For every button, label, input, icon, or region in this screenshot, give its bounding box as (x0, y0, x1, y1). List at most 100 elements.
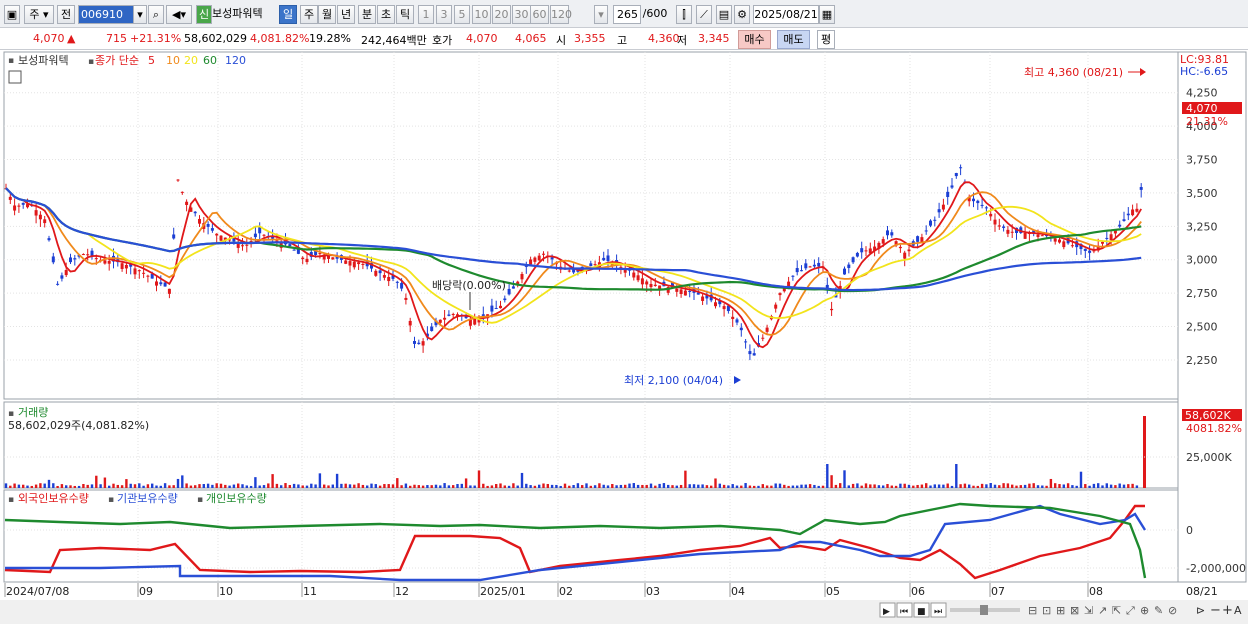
draw-tool-icon[interactable]: ⟋ (696, 5, 712, 24)
volume-bar (460, 483, 463, 488)
candle-body (800, 270, 803, 272)
candle-body (778, 293, 782, 296)
candle-body (94, 258, 98, 260)
interval-button-20[interactable]: 20 (492, 5, 511, 24)
calendar-icon[interactable]: ▦ (819, 5, 835, 24)
candle-body (56, 283, 60, 285)
volume-bar (800, 484, 803, 488)
code-dropdown-icon[interactable]: ▾ (133, 5, 147, 24)
quote-label: 호가 (432, 34, 453, 47)
legend-close: 종가 단순 (95, 54, 139, 67)
volume-bar (864, 483, 868, 488)
candle-body (490, 305, 494, 312)
candle-body (529, 259, 533, 265)
interval-button-5[interactable]: 5 (454, 5, 470, 24)
volume-bar (90, 484, 94, 488)
volume-bar (189, 485, 193, 488)
sell-button[interactable]: 매도 (777, 30, 810, 49)
tool-icon: ⤢ (1126, 604, 1135, 617)
candle-body (550, 257, 554, 260)
chart-area[interactable]: 4,250 4,000 3,750 3,500 3,250 3,000 2,750 2,500… (0, 50, 1248, 621)
holdings-legend-2: 개인보유수량 (206, 492, 267, 505)
interval-button-3[interactable]: 3 (436, 5, 452, 24)
volume-bar (959, 484, 962, 488)
period-button-6[interactable]: 틱 (396, 5, 414, 24)
market-type-select[interactable]: 주 ▾ (24, 5, 54, 24)
candle-body (1131, 209, 1135, 216)
period-button-3[interactable]: 년 (337, 5, 355, 24)
volume-bar (808, 484, 812, 488)
candle-body (494, 308, 498, 310)
candle-body (241, 245, 244, 247)
volume-bar (1105, 483, 1108, 488)
volume-bar (701, 484, 704, 488)
window-icon[interactable]: ▣ (4, 5, 20, 24)
volume-bar (194, 485, 197, 488)
legend-ma-120: 120 (225, 54, 246, 67)
current-price: 4,070 (33, 32, 65, 45)
save-icon[interactable]: ▤ (716, 5, 732, 24)
period-button-1[interactable]: 주 (300, 5, 318, 24)
interval-button-1[interactable]: 1 (418, 5, 434, 24)
stock-chart[interactable]: 4,2504,0003,7503,5003,2503,0002,7502,500… (0, 50, 1248, 621)
period-button-4[interactable]: 분 (358, 5, 376, 24)
date-input[interactable]: 2025/08/21 (753, 5, 819, 24)
period-button-2[interactable]: 월 (318, 5, 336, 24)
interval-button-60[interactable]: 60 (530, 5, 549, 24)
change-percent: +21.31% (130, 32, 182, 45)
legend-ma-20: 20 (184, 54, 198, 67)
period-type-button[interactable]: 전 (57, 5, 75, 24)
candle-body (180, 191, 184, 193)
candle-body (748, 351, 752, 355)
volume-bar (632, 483, 635, 488)
candle-body (649, 283, 653, 288)
volume-bar (649, 483, 653, 488)
speaker-icon[interactable]: ◀▾ (166, 5, 192, 24)
volume-bar (4, 483, 8, 488)
volume-bar (851, 483, 855, 488)
candle-body (167, 288, 171, 294)
count-input[interactable]: 265 (613, 5, 641, 24)
interval-button-120[interactable]: 120 (550, 5, 572, 24)
candle-body (950, 185, 954, 188)
period-button-5[interactable]: 초 (377, 5, 395, 24)
count-dropdown-icon[interactable]: ▾ (594, 5, 608, 24)
buy-button[interactable]: 매수 (738, 30, 771, 49)
interval-button-10[interactable]: 10 (472, 5, 491, 24)
volume-bar (297, 484, 300, 488)
candle-body (215, 233, 219, 236)
volume-bar (357, 483, 360, 488)
volume-bar (993, 484, 997, 488)
volume-bar (542, 483, 545, 488)
settings-icon[interactable]: ⚙ (734, 5, 750, 24)
volume-bar (108, 485, 111, 488)
volume-bar (421, 485, 425, 488)
candle-body (1109, 234, 1113, 241)
candle-body (1010, 231, 1014, 233)
volume-bar (142, 485, 145, 488)
volume-panel (3, 401, 1179, 489)
candle-body (520, 273, 524, 280)
period-button-0[interactable]: 일 (279, 5, 297, 24)
volume-bar (770, 485, 773, 488)
volume-bar (301, 485, 304, 488)
search-icon[interactable]: ⌕ (148, 5, 164, 24)
candle-body (327, 255, 330, 259)
candle-body (503, 298, 507, 301)
volume-bar (99, 484, 102, 488)
scroll-button-icon: ▶ (883, 607, 890, 617)
candle-body (1105, 237, 1109, 239)
candle-body (163, 282, 167, 287)
volume-tick: 25,000K (1186, 451, 1232, 464)
stock-code-input[interactable]: 006910 (78, 5, 134, 24)
price-tick: 3,750 (1186, 154, 1218, 167)
candle-body (1053, 238, 1057, 242)
candle-body (1036, 234, 1040, 237)
volume-bar (744, 483, 747, 488)
tool-icon: ⇱ (1112, 604, 1121, 617)
flat-button[interactable]: 평 (817, 30, 835, 49)
interval-button-30[interactable]: 30 (512, 5, 531, 24)
volume-bar (912, 485, 915, 488)
candle-type-icon[interactable]: ⫿ (676, 5, 692, 24)
current-price-tag-text: 4,070 (1186, 102, 1218, 115)
